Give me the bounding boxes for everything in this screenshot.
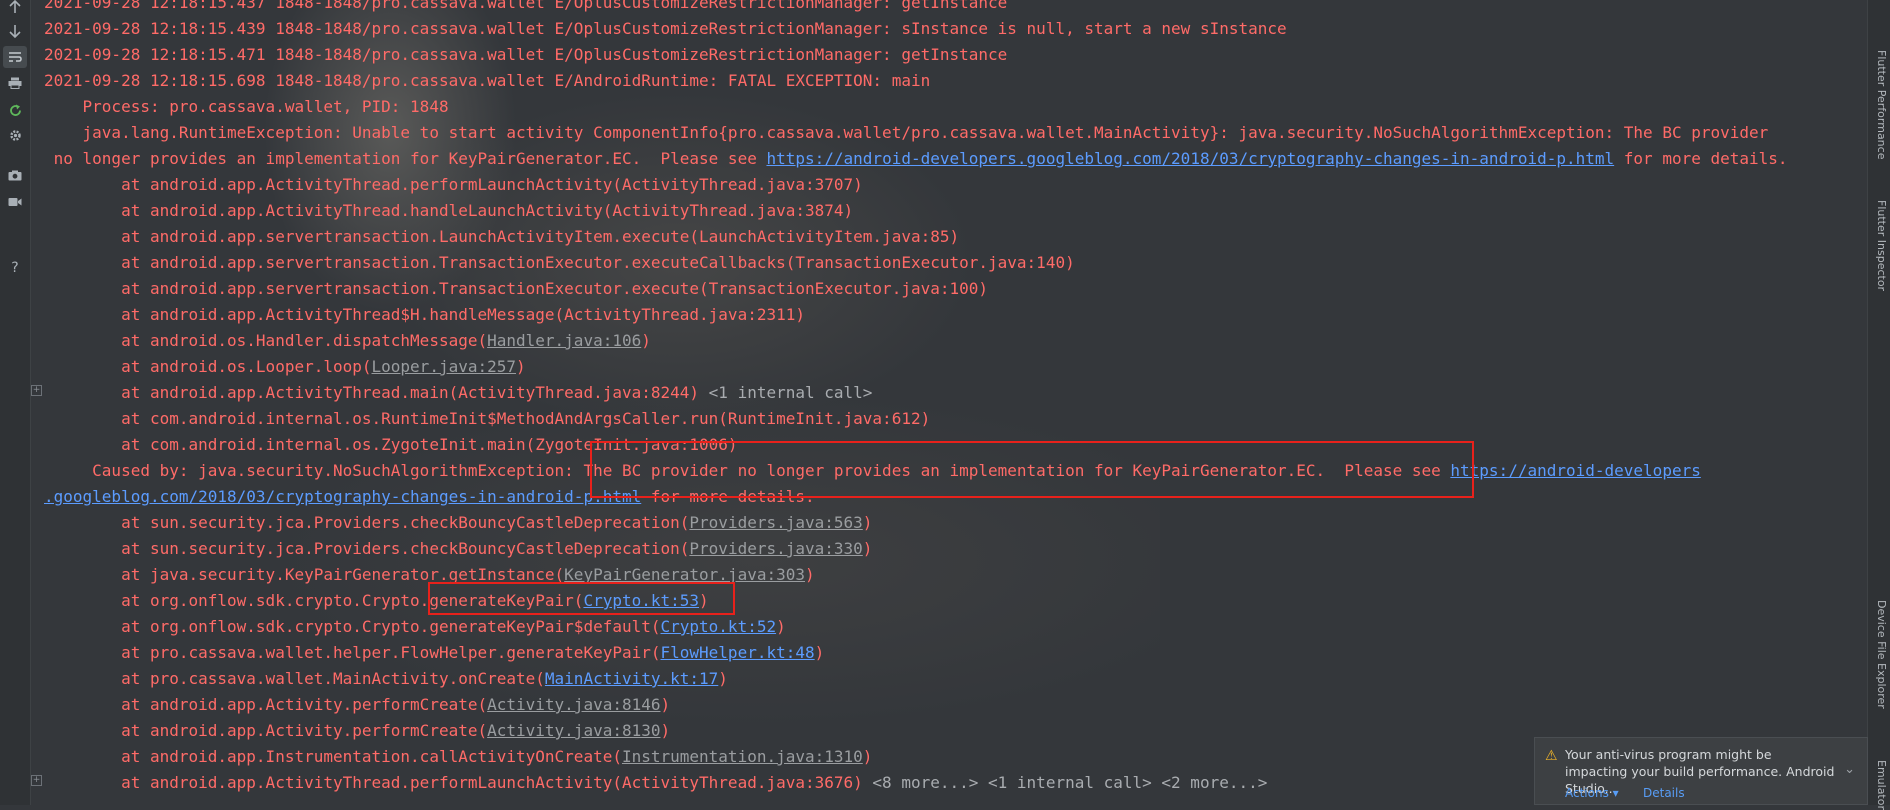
log-text: at android.app.Activity.performCreate(: [44, 695, 488, 714]
log-text: at android.os.Handler.dispatchMessage(: [44, 331, 488, 350]
log-text: ): [862, 539, 873, 558]
log-line: at android.os.Handler.dispatchMessage(Ha…: [44, 328, 1850, 354]
log-link[interactable]: https://android-developers.googleblog.co…: [766, 149, 1614, 168]
logcat-output: 2021-09-28 12:18:15.437 1848-1848/pro.ca…: [44, 0, 1850, 796]
log-text: at android.os.Looper.loop(: [44, 357, 372, 376]
log-line: 2021-09-28 12:18:15.439 1848-1848/pro.ca…: [44, 19, 1287, 38]
print-icon[interactable]: [3, 72, 27, 94]
log-text: ): [660, 695, 671, 714]
log-line: at java.security.KeyPairGenerator.getIns…: [44, 562, 1850, 588]
soft-wrap-icon[interactable]: [3, 46, 27, 68]
log-line: at org.onflow.sdk.crypto.Crypto.generate…: [44, 588, 1850, 614]
log-link[interactable]: Instrumentation.java:1310: [622, 747, 863, 766]
log-text: at org.onflow.sdk.crypto.Crypto.generate…: [44, 617, 661, 636]
log-text: ): [776, 617, 786, 636]
log-text: no longer provides an implementation for…: [44, 149, 767, 168]
log-text: at android.app.Instrumentation.callActiv…: [44, 747, 622, 766]
log-line: at android.app.servertransaction.LaunchA…: [44, 227, 960, 246]
log-text: ): [516, 357, 526, 376]
log-text: at sun.security.jca.Providers.checkBounc…: [44, 513, 690, 532]
fold-marker[interactable]: +: [31, 385, 42, 396]
tab-emulator[interactable]: Emulator: [1875, 760, 1888, 810]
details-link[interactable]: Details: [1643, 786, 1685, 800]
right-tool-strip: Flutter Performance Flutter Inspector De…: [1867, 0, 1890, 810]
log-link[interactable]: Activity.java:8130: [487, 721, 660, 740]
log-text: at sun.security.jca.Providers.checkBounc…: [44, 539, 690, 558]
tab-flutter-inspector[interactable]: Flutter Inspector: [1875, 200, 1888, 291]
log-line: no longer provides an implementation for…: [44, 146, 1850, 172]
log-line: at android.os.Looper.loop(Looper.java:25…: [44, 354, 1850, 380]
log-text: at pro.cassava.wallet.MainActivity.onCre…: [44, 669, 545, 688]
internal-call-fold[interactable]: <1 internal call>: [709, 383, 873, 402]
log-text: for more details.: [1614, 149, 1788, 168]
warning-icon: ⚠: [1545, 748, 1558, 764]
settings-icon[interactable]: [3, 124, 27, 146]
editor-gutter: [30, 0, 44, 805]
tab-flutter-performance[interactable]: Flutter Performance: [1875, 50, 1888, 159]
help-icon[interactable]: ?: [3, 257, 27, 279]
log-link[interactable]: MainActivity.kt:17: [545, 669, 718, 688]
log-text: at pro.cassava.wallet.helper.FlowHelper.…: [44, 643, 661, 662]
highlight-box-crypto-line: [428, 582, 735, 615]
log-line: at android.app.ActivityThread.handleLaun…: [44, 201, 854, 220]
fold-marker[interactable]: +: [31, 775, 42, 786]
log-link[interactable]: Providers.java:563: [689, 513, 862, 532]
logcat-left-toolbar: ?: [0, 0, 31, 805]
log-line: at sun.security.jca.Providers.checkBounc…: [44, 536, 1850, 562]
log-line: at com.android.internal.os.RuntimeInit$M…: [44, 409, 931, 428]
help-label: ?: [11, 260, 19, 276]
log-line: at pro.cassava.wallet.helper.FlowHelper.…: [44, 640, 1850, 666]
log-link[interactable]: FlowHelper.kt:48: [661, 643, 815, 662]
log-line: at android.app.ActivityThread$H.handleMe…: [44, 305, 805, 324]
camera-icon[interactable]: [3, 164, 27, 186]
log-link[interactable]: Looper.java:257: [372, 357, 517, 376]
log-text: ): [641, 331, 651, 350]
antivirus-notification: ⚠ Your anti-virus program might be impac…: [1534, 737, 1868, 805]
log-link[interactable]: Handler.java:106: [487, 331, 641, 350]
actions-link[interactable]: Actions ▾: [1565, 786, 1619, 800]
log-text: at android.app.Activity.performCreate(: [44, 721, 488, 740]
log-line: Process: pro.cassava.wallet, PID: 1848: [44, 97, 449, 116]
log-text: ): [660, 721, 671, 740]
log-line: java.lang.RuntimeException: Unable to st…: [44, 123, 1769, 142]
log-text: ): [805, 565, 815, 584]
log-link[interactable]: Activity.java:8146: [487, 695, 660, 714]
log-text: at android.app.ActivityThread.main(Activ…: [44, 383, 709, 402]
restart-icon[interactable]: [3, 99, 27, 121]
log-link[interactable]: .googleblog.com/2018/03/cryptography-cha…: [44, 487, 641, 506]
log-line: at sun.security.jca.Providers.checkBounc…: [44, 510, 1850, 536]
log-line: at android.app.ActivityThread.performLau…: [44, 175, 863, 194]
chevron-down-icon[interactable]: ⌄: [1844, 762, 1855, 777]
log-line: at android.app.servertransaction.Transac…: [44, 253, 1075, 272]
log-text: ): [862, 747, 873, 766]
log-line: at android.app.ActivityThread.main(Activ…: [44, 380, 1850, 406]
log-line: at android.app.servertransaction.Transac…: [44, 279, 989, 298]
log-line: 2021-09-28 12:18:15.437 1848-1848/pro.ca…: [44, 0, 1008, 12]
log-link[interactable]: Crypto.kt:52: [661, 617, 777, 636]
log-line: 2021-09-28 12:18:15.698 1848-1848/pro.ca…: [44, 71, 931, 90]
log-line: 2021-09-28 12:18:15.471 1848-1848/pro.ca…: [44, 45, 1008, 64]
tab-device-file-explorer[interactable]: Device File Explorer: [1875, 600, 1888, 709]
log-link[interactable]: Providers.java:330: [689, 539, 862, 558]
arrow-down-icon[interactable]: [3, 20, 27, 42]
log-line: at pro.cassava.wallet.MainActivity.onCre…: [44, 666, 1850, 692]
log-line: at org.onflow.sdk.crypto.Crypto.generate…: [44, 614, 1850, 640]
log-link[interactable]: https://android-developers: [1450, 461, 1700, 480]
arrow-up-icon[interactable]: [3, 0, 27, 18]
log-text: ): [718, 669, 728, 688]
log-text: ): [814, 643, 825, 662]
video-icon[interactable]: [3, 191, 27, 213]
highlight-box-caused-by: [590, 441, 1474, 498]
log-line: at android.app.Activity.performCreate(Ac…: [44, 692, 1850, 718]
more-frames-fold[interactable]: <8 more...> <1 internal call> <2 more...…: [872, 773, 1267, 792]
log-text: at android.app.ActivityThread.performLau…: [44, 773, 873, 792]
log-text: ): [862, 513, 873, 532]
